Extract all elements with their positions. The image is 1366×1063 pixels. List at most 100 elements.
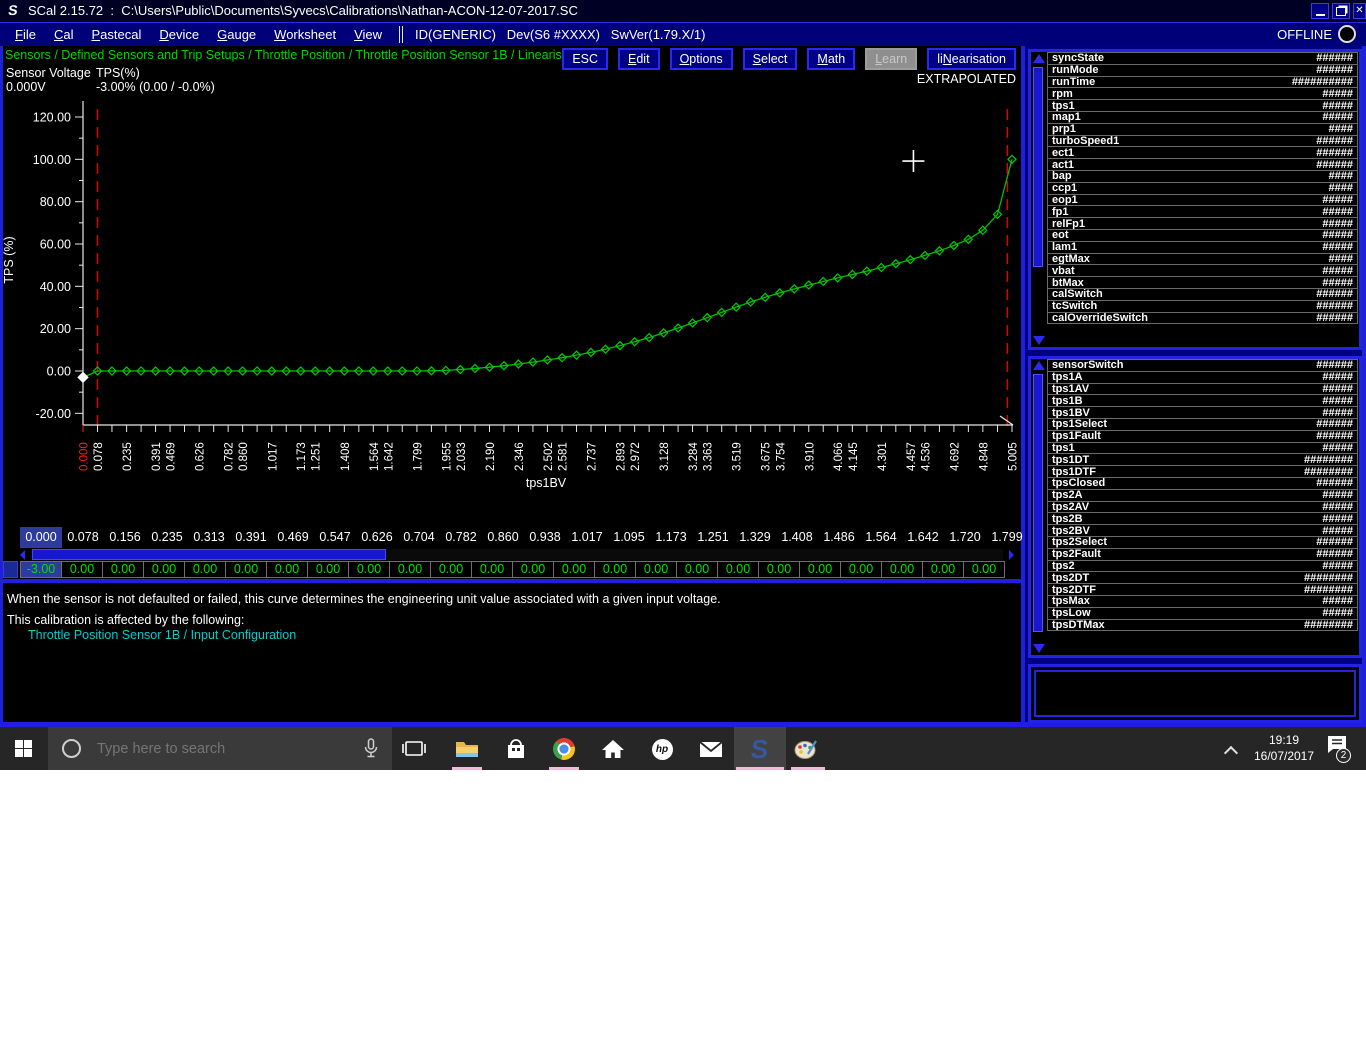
table-header-cell[interactable]: 0.078 <box>62 527 104 548</box>
table-header-cell[interactable]: 1.799 <box>986 527 1028 548</box>
paint-icon[interactable] <box>793 736 819 762</box>
table-value-cell[interactable]: 0.00 <box>184 561 226 578</box>
menu-view[interactable]: View <box>345 27 391 42</box>
table-header-cell[interactable]: 0.469 <box>272 527 314 548</box>
menu-file[interactable]: File <box>6 27 45 42</box>
table-value-cell[interactable]: 0.00 <box>430 561 472 578</box>
scrollbar-thumb[interactable] <box>1033 67 1043 267</box>
menu-cal[interactable]: Cal <box>45 27 83 42</box>
taskbar-clock[interactable]: 19:19 16/07/2017 <box>1240 732 1328 764</box>
close-button[interactable]: ✕ <box>1353 3 1366 19</box>
table-value-cell[interactable]: 0.00 <box>102 561 144 578</box>
table-header-cell[interactable]: 0.156 <box>104 527 146 548</box>
table-value-cell[interactable]: 0.00 <box>143 561 185 578</box>
tray-expand-chevron-icon[interactable] <box>1224 746 1238 760</box>
table-value-cell[interactable]: 0.00 <box>471 561 513 578</box>
table-header-cell[interactable]: 1.564 <box>860 527 902 548</box>
scrollbar-track[interactable] <box>31 549 1003 560</box>
minimize-button[interactable] <box>1311 3 1329 19</box>
scroll-right-arrow-icon[interactable] <box>1003 549 1014 560</box>
table-header-cell[interactable]: 0.313 <box>188 527 230 548</box>
scrollbar-thumb[interactable] <box>1033 374 1043 632</box>
table-header-cell[interactable]: 0.235 <box>146 527 188 548</box>
chrome-icon[interactable] <box>551 736 577 762</box>
scroll-up-arrow-icon[interactable] <box>1033 361 1045 370</box>
task-view-icon[interactable] <box>402 737 426 761</box>
table-value-cell[interactable]: 0.00 <box>758 561 800 578</box>
table-header-cell[interactable]: 0.626 <box>356 527 398 548</box>
taskbar-search[interactable] <box>48 727 392 770</box>
table-header-cell[interactable]: 0.938 <box>524 527 566 548</box>
monitor-value: ########## <box>1292 77 1353 87</box>
table-value-cell[interactable]: 0.00 <box>635 561 677 578</box>
table-header-cell[interactable]: 1.486 <box>818 527 860 548</box>
file-explorer-icon[interactable] <box>454 736 480 762</box>
microphone-icon[interactable] <box>364 738 378 760</box>
table-header-cell[interactable]: 1.017 <box>566 527 608 548</box>
scal-taskbar-icon[interactable]: S <box>734 727 786 770</box>
table-value-cell[interactable]: 0.00 <box>266 561 308 578</box>
table-header-cell[interactable]: 1.173 <box>650 527 692 548</box>
table-header-cell[interactable]: 1.095 <box>608 527 650 548</box>
home-icon[interactable] <box>600 736 626 762</box>
table-header-cell[interactable]: 0.391 <box>230 527 272 548</box>
table-header-cell[interactable]: 1.408 <box>776 527 818 548</box>
table-scrollbar[interactable] <box>20 549 1014 560</box>
table-value-cell[interactable]: 0.00 <box>963 561 1005 578</box>
table-value-cell[interactable]: 0.00 <box>594 561 636 578</box>
scroll-down-arrow-icon[interactable] <box>1033 644 1045 653</box>
scrollbar-thumb[interactable] <box>32 549 386 560</box>
table-value-cell[interactable]: 0.00 <box>348 561 390 578</box>
restore-button[interactable] <box>1332 3 1350 19</box>
monitor-value: ##### <box>1322 396 1353 406</box>
live-monitor-panel-2: sensorSwitch######tps1A#####tps1AV#####t… <box>1028 356 1362 658</box>
options-button[interactable]: Options <box>670 48 733 70</box>
start-button[interactable] <box>0 727 48 770</box>
table-header-cell[interactable]: 1.642 <box>902 527 944 548</box>
edit-button[interactable]: Edit <box>618 48 660 70</box>
table-value-cell[interactable]: 0.00 <box>676 561 718 578</box>
panel2-scrollbar[interactable] <box>1031 359 1046 655</box>
monitor-row-tpsDTMax[interactable]: tpsDTMax######## <box>1047 619 1358 632</box>
table-value-cell[interactable]: 0.00 <box>512 561 554 578</box>
learn-button[interactable]: Learn <box>865 48 917 70</box>
table-header-cell[interactable]: 0.860 <box>482 527 524 548</box>
table-value-cell[interactable]: -3.00 <box>20 561 62 578</box>
table-header-cell[interactable]: 1.329 <box>734 527 776 548</box>
esc-button[interactable]: ESC <box>562 48 608 70</box>
menu-worksheet[interactable]: Worksheet <box>265 27 345 42</box>
table-value-cell[interactable]: 0.00 <box>553 561 595 578</box>
table-value-cell[interactable]: 0.00 <box>225 561 267 578</box>
table-value-cell[interactable]: 0.00 <box>881 561 923 578</box>
panel1-scrollbar[interactable] <box>1031 52 1046 347</box>
table-value-cell[interactable]: 0.00 <box>799 561 841 578</box>
scroll-left-arrow-icon[interactable] <box>20 549 31 560</box>
microsoft-store-icon[interactable] <box>503 736 529 762</box>
linearisation-chart[interactable]: -20.000.0020.0040.0060.0080.00100.00120.… <box>3 95 1021 495</box>
table-header-cell[interactable]: 0.782 <box>440 527 482 548</box>
menu-device[interactable]: Device <box>150 27 208 42</box>
linearisation-button[interactable]: liNearisation <box>927 48 1016 70</box>
hp-icon[interactable]: hp <box>649 736 675 762</box>
scroll-down-arrow-icon[interactable] <box>1033 336 1045 345</box>
menu-gauge[interactable]: Gauge <box>208 27 265 42</box>
select-button[interactable]: Select <box>743 48 798 70</box>
related-calibration-link[interactable]: Throttle Position Sensor 1B / Input Conf… <box>28 628 296 642</box>
scroll-up-arrow-icon[interactable] <box>1033 54 1045 63</box>
table-header-cell[interactable]: 0.547 <box>314 527 356 548</box>
table-value-cell[interactable]: 0.00 <box>922 561 964 578</box>
table-value-cell[interactable]: 0.00 <box>307 561 349 578</box>
search-input[interactable] <box>95 740 329 758</box>
menu-pastecal[interactable]: Pastecal <box>82 27 150 42</box>
table-value-cell[interactable]: 0.00 <box>389 561 431 578</box>
table-header-cell[interactable]: 0.000 <box>20 527 62 548</box>
table-header-cell[interactable]: 0.704 <box>398 527 440 548</box>
table-value-cell[interactable]: 0.00 <box>717 561 759 578</box>
math-button[interactable]: Math <box>807 48 855 70</box>
table-header-cell[interactable]: 1.720 <box>944 527 986 548</box>
monitor-row-calOverrideSwitch[interactable]: calOverrideSwitch###### <box>1047 312 1358 325</box>
mail-icon[interactable] <box>698 736 724 762</box>
table-value-cell[interactable]: 0.00 <box>61 561 103 578</box>
table-value-cell[interactable]: 0.00 <box>840 561 882 578</box>
table-header-cell[interactable]: 1.251 <box>692 527 734 548</box>
